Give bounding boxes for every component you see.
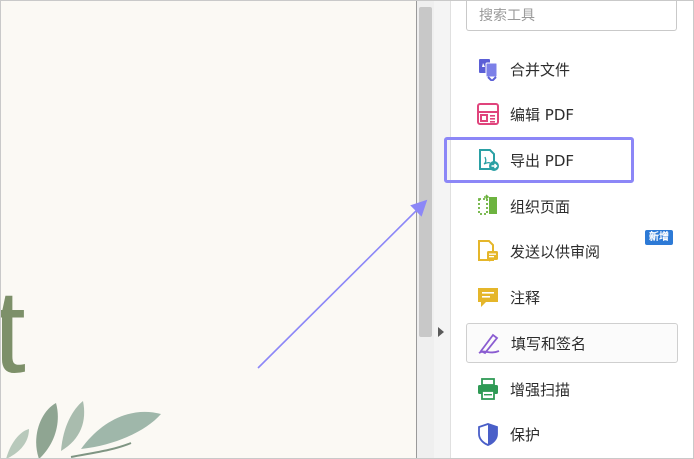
search-tools-input[interactable] (466, 1, 677, 31)
document-large-letter: t (1, 273, 26, 391)
panel-collapse-rail[interactable] (434, 1, 451, 458)
tool-edit-pdf[interactable]: 编辑 PDF (466, 94, 678, 134)
protect-icon (476, 421, 500, 447)
enhance-scans-icon (476, 376, 500, 402)
tool-enhance-scans[interactable]: 增强扫描 (466, 369, 678, 409)
tool-label: 组织页面 (510, 197, 571, 216)
tool-fill-and-sign[interactable]: 填写和签名 (466, 323, 678, 363)
new-badge: 新增 (645, 230, 673, 245)
send-for-review-icon (476, 238, 500, 264)
collapse-panel-arrow-icon[interactable] (438, 327, 444, 337)
tool-label: 合并文件 (510, 60, 571, 79)
combine-files-icon (476, 56, 500, 82)
tool-comment[interactable]: 注释 (466, 277, 678, 317)
tool-label: 发送以供审阅 (510, 242, 601, 261)
tool-combine-files[interactable]: 合并文件 (466, 49, 678, 89)
tool-organize-pages[interactable]: 组织页面 (466, 186, 678, 226)
tools-panel: 合并文件 编辑 PDF 导出 PDF (451, 1, 693, 458)
tool-label: 编辑 PDF (510, 105, 574, 124)
fill-and-sign-icon (477, 330, 501, 356)
tool-label: 保护 (510, 425, 541, 444)
tool-label: 注释 (510, 288, 541, 307)
scrollbar-thumb[interactable] (419, 7, 432, 337)
tool-label: 填写和签名 (511, 334, 587, 353)
export-pdf-icon (476, 147, 500, 173)
leaf-illustration (6, 401, 161, 458)
document-view[interactable]: t (1, 1, 417, 458)
tool-label: 增强扫描 (510, 380, 571, 399)
tool-export-pdf[interactable]: 导出 PDF (466, 140, 678, 180)
tool-label: 导出 PDF (510, 151, 574, 170)
comment-icon (476, 284, 500, 310)
organize-pages-icon (476, 193, 500, 219)
document-scrollbar[interactable] (417, 1, 434, 458)
tool-protect[interactable]: 保护 (466, 414, 678, 454)
edit-pdf-icon (476, 101, 500, 127)
